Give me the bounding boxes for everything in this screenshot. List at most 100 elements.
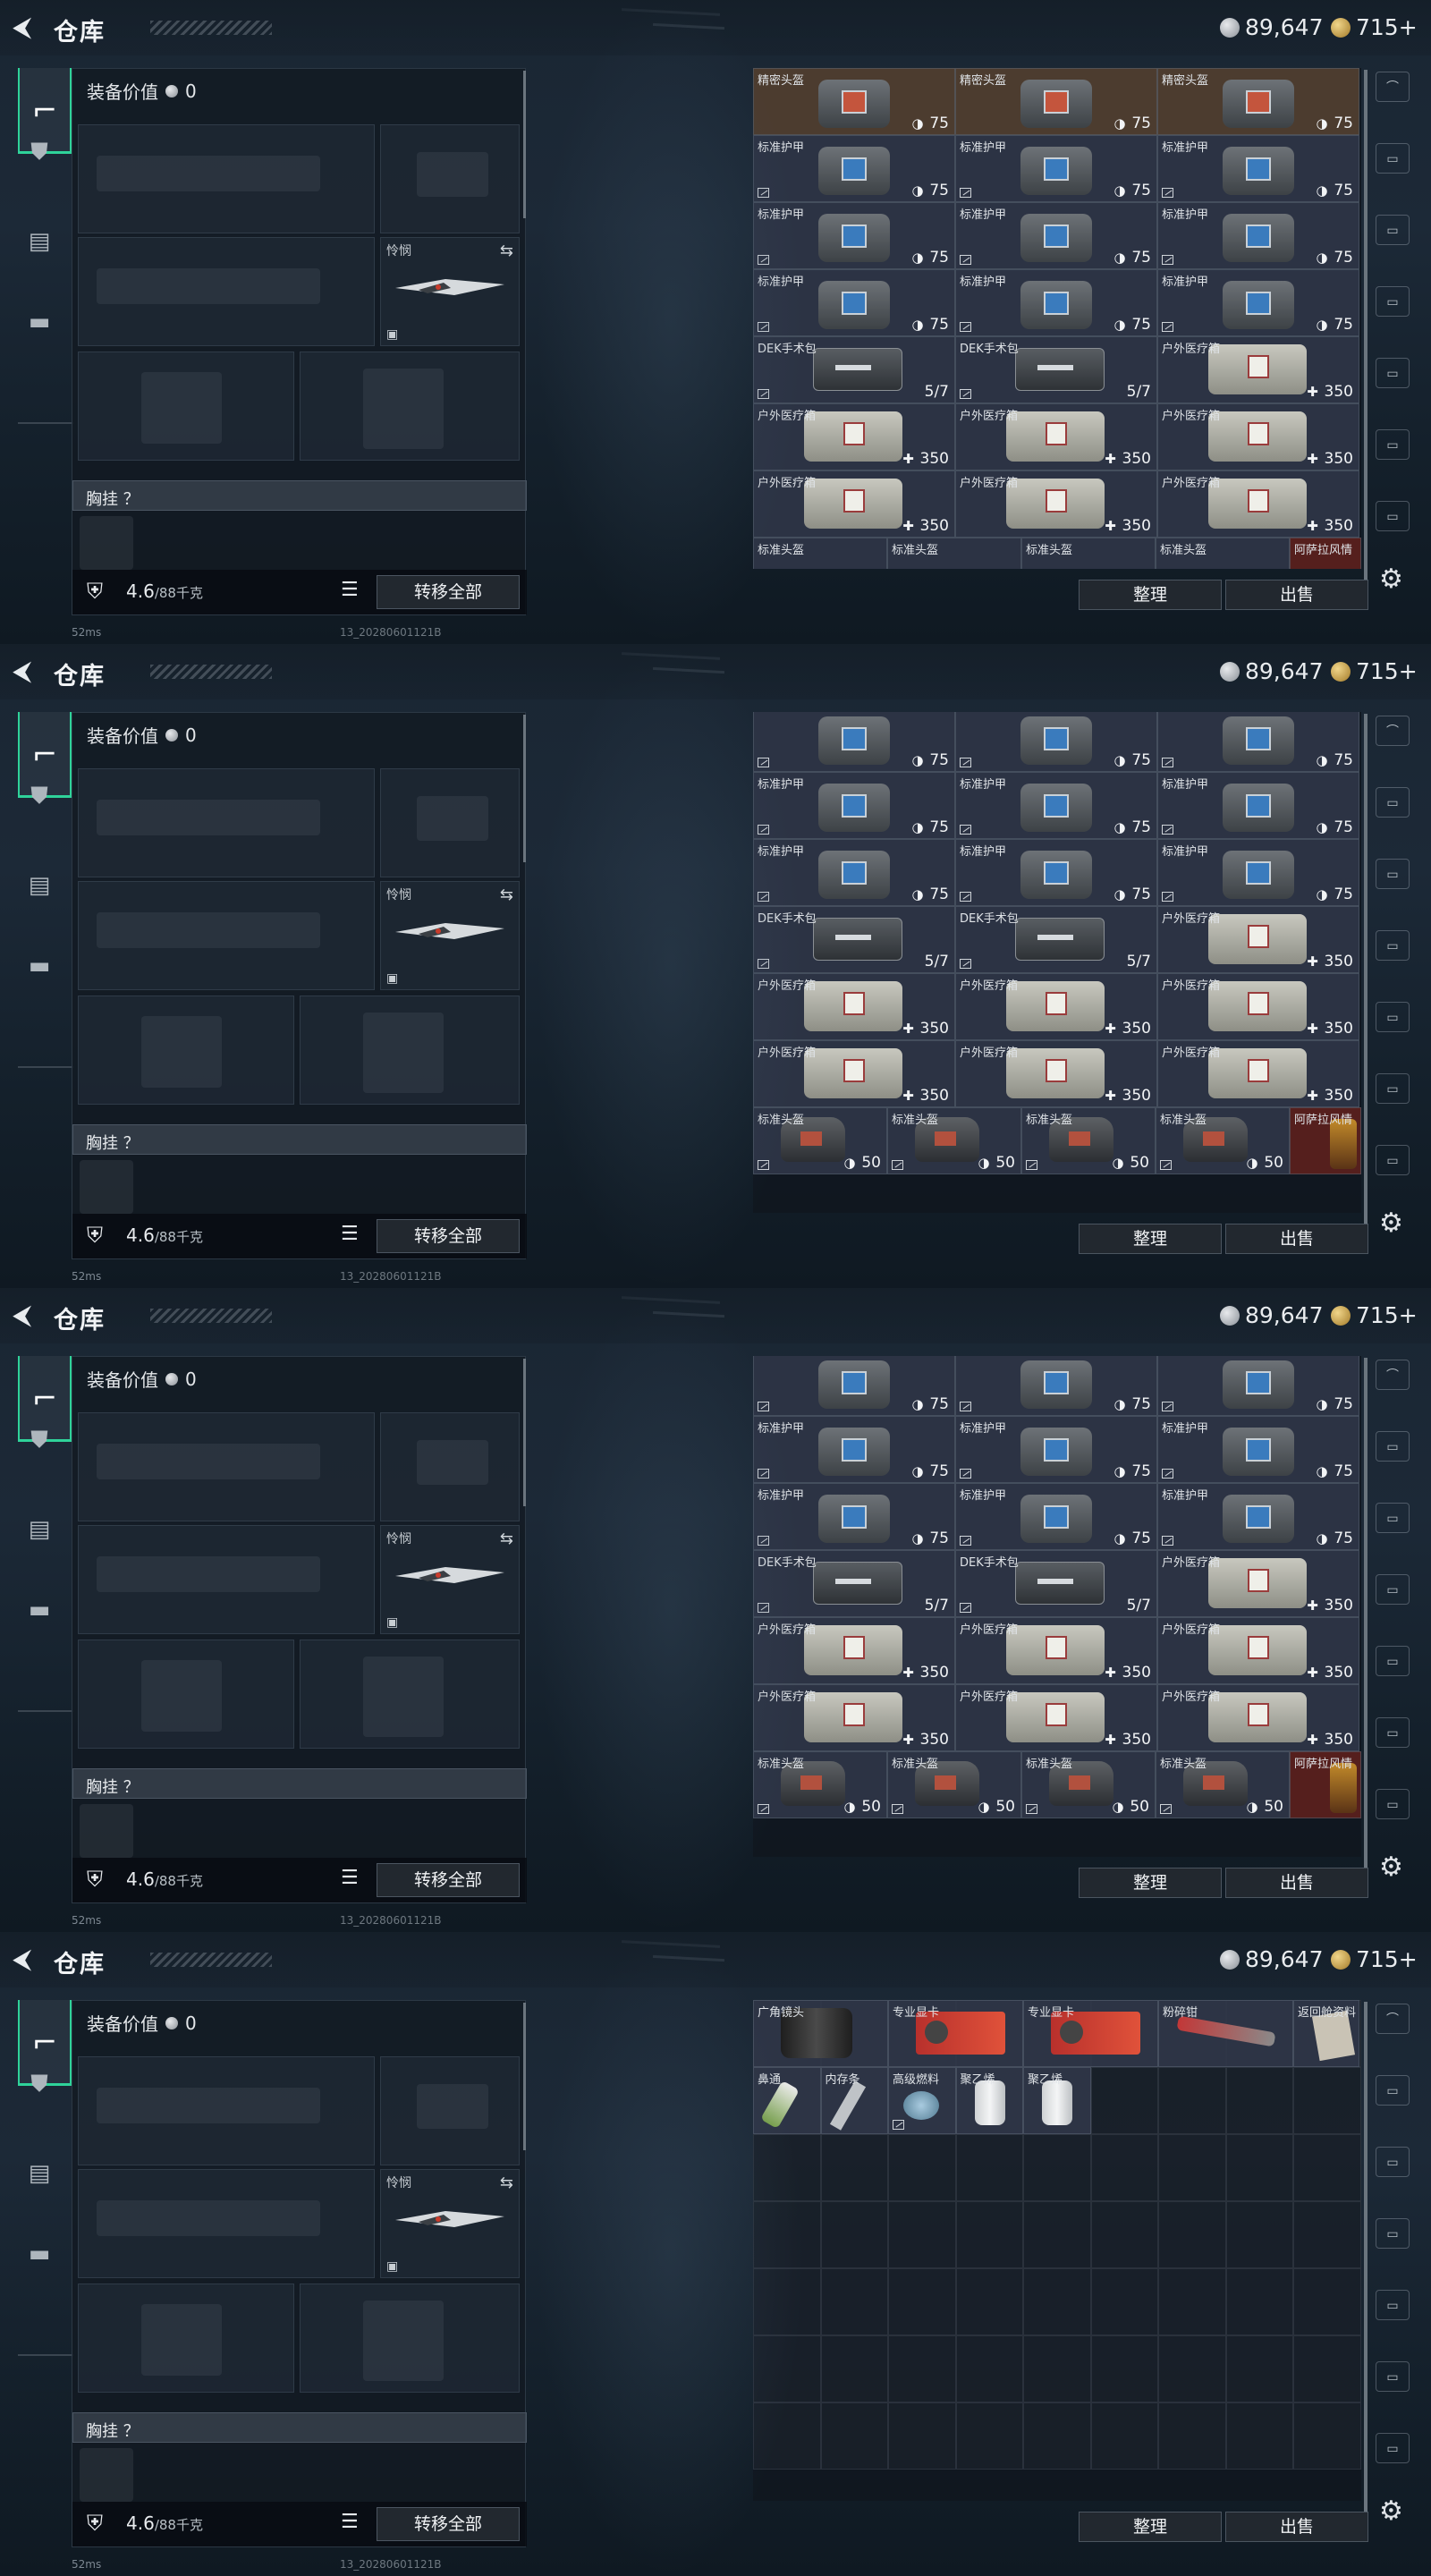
side-rail-1-icon[interactable]: ⌒ bbox=[1376, 72, 1410, 102]
empty-stash-cell[interactable] bbox=[1225, 2134, 1293, 2201]
empty-stash-cell[interactable] bbox=[753, 2402, 821, 2470]
gear-icon[interactable]: ⚙ bbox=[1379, 1208, 1403, 1239]
back-arrow-icon[interactable]: ⮜ bbox=[13, 1945, 43, 1975]
stash-item[interactable]: 户外医疗箱 ✚ 350 bbox=[753, 1617, 955, 1684]
side-rail-2-icon[interactable]: ▭ bbox=[1376, 2075, 1410, 2106]
stash-item[interactable]: 聚乙烯 bbox=[1023, 2067, 1091, 2134]
stash-item[interactable]: DEK手术包 5/7 bbox=[753, 1550, 955, 1617]
stash-item[interactable]: 广角镜头 bbox=[753, 2000, 888, 2067]
padlock-icon[interactable]: ⛨ bbox=[87, 579, 103, 604]
stash-item[interactable]: 标准头盔 ◑ 50 bbox=[1156, 1107, 1290, 1174]
empty-stash-cell[interactable] bbox=[820, 2402, 888, 2470]
stash-item[interactable]: 精密头盔 ◑ 75 bbox=[955, 68, 1157, 135]
stash-item[interactable]: 户外医疗箱 ✚ 350 bbox=[1157, 973, 1359, 1040]
tab-badge[interactable]: ⛊ bbox=[20, 776, 59, 816]
side-rail-6-icon[interactable]: ▭ bbox=[1376, 1073, 1410, 1104]
primary-weapon-slot[interactable] bbox=[78, 124, 375, 233]
list-icon[interactable]: ☰ bbox=[341, 1867, 359, 1889]
primary-weapon-slot[interactable] bbox=[78, 1412, 375, 1521]
stash-item[interactable]: 内存条 bbox=[820, 2067, 888, 2134]
stash-item[interactable]: 户外医疗箱 ✚ 350 bbox=[753, 403, 955, 470]
stash-item[interactable]: 标准护甲 ◑ 75 bbox=[1157, 202, 1359, 269]
sort-button[interactable]: 整理 bbox=[1079, 2512, 1222, 2542]
stash-item[interactable]: DEK手术包 5/7 bbox=[753, 336, 955, 403]
stash-item[interactable]: 户外医疗箱 ✚ 350 bbox=[1157, 470, 1359, 538]
stash-item[interactable]: 标准头盔 bbox=[887, 538, 1021, 569]
transfer-all-button[interactable]: 转移全部 bbox=[377, 2507, 520, 2541]
side-rail-6-icon[interactable]: ▭ bbox=[1376, 2361, 1410, 2392]
stash-item[interactable]: 户外医疗箱 ✚ 350 bbox=[1157, 906, 1359, 973]
empty-stash-cell[interactable] bbox=[1090, 2067, 1158, 2134]
empty-stash-cell[interactable] bbox=[1023, 2402, 1091, 2470]
stash-item[interactable]: 户外医疗箱 ✚ 350 bbox=[753, 973, 955, 1040]
loadout-scrollbar[interactable] bbox=[523, 2003, 526, 2150]
stash-item[interactable]: 户外医疗箱 ✚ 350 bbox=[1157, 403, 1359, 470]
tab-badge[interactable]: ⛊ bbox=[20, 1420, 59, 1460]
list-icon[interactable]: ☰ bbox=[341, 2511, 359, 2533]
stash-item[interactable]: ◑ 75 bbox=[1157, 1356, 1359, 1416]
stash-item[interactable]: 户外医疗箱 ✚ 350 bbox=[1157, 336, 1359, 403]
empty-stash-cell[interactable] bbox=[888, 2268, 956, 2335]
tab-clipboard[interactable]: ▤ bbox=[20, 866, 59, 905]
stash-item[interactable]: 户外医疗箱 ✚ 350 bbox=[1157, 1550, 1359, 1617]
transfer-all-button[interactable]: 转移全部 bbox=[377, 1863, 520, 1897]
empty-stash-cell[interactable] bbox=[1158, 2268, 1226, 2335]
pistol-slot[interactable] bbox=[380, 2056, 520, 2165]
stash-item[interactable]: 标准护甲 ◑ 75 bbox=[753, 839, 955, 906]
body-armor-slot[interactable] bbox=[300, 996, 520, 1105]
gold-currency[interactable]: 715+ bbox=[1331, 1302, 1418, 1328]
tab-briefcase[interactable]: ▬ bbox=[20, 2234, 59, 2274]
stash-item[interactable]: 专业显卡 bbox=[888, 2000, 1023, 2067]
stash-item[interactable]: 标准护甲 ◑ 75 bbox=[1157, 269, 1359, 336]
side-rail-2-icon[interactable]: ▭ bbox=[1376, 1431, 1410, 1462]
stash-item[interactable]: 精密头盔 ◑ 75 bbox=[753, 68, 955, 135]
loadout-scrollbar[interactable] bbox=[523, 71, 526, 218]
primary-weapon-slot[interactable] bbox=[78, 768, 375, 877]
empty-stash-cell[interactable] bbox=[820, 2335, 888, 2402]
side-rail-3-icon[interactable]: ▭ bbox=[1376, 215, 1410, 245]
sort-button[interactable]: 整理 bbox=[1079, 580, 1222, 610]
stash-item[interactable]: 户外医疗箱 ✚ 350 bbox=[753, 470, 955, 538]
empty-stash-cell[interactable] bbox=[753, 2201, 821, 2268]
side-rail-1-icon[interactable]: ⌒ bbox=[1376, 1360, 1410, 1390]
loadout-scrollbar[interactable] bbox=[523, 1359, 526, 1506]
empty-stash-cell[interactable] bbox=[1158, 2201, 1226, 2268]
empty-stash-cell[interactable] bbox=[820, 2134, 888, 2201]
empty-stash-cell[interactable] bbox=[955, 2335, 1023, 2402]
empty-stash-cell[interactable] bbox=[1023, 2134, 1091, 2201]
stash-item[interactable]: 标准护甲 ◑ 75 bbox=[753, 135, 955, 202]
empty-stash-cell[interactable] bbox=[1158, 2335, 1226, 2402]
empty-stash-cell[interactable] bbox=[1225, 2402, 1293, 2470]
sort-button[interactable]: 整理 bbox=[1079, 1224, 1222, 1254]
stash-item[interactable]: 标准头盔 ◑ 50 bbox=[887, 1107, 1021, 1174]
stash-item[interactable]: ◑ 75 bbox=[753, 712, 955, 772]
stash-item[interactable]: 标准头盔 ◑ 50 bbox=[753, 1107, 887, 1174]
secondary-weapon-slot[interactable] bbox=[78, 2169, 375, 2278]
helmet-slot[interactable] bbox=[78, 2284, 294, 2393]
stash-item[interactable]: ◑ 75 bbox=[753, 1356, 955, 1416]
stash-item[interactable]: 标准护甲 ◑ 75 bbox=[753, 1416, 955, 1483]
side-rail-5-icon[interactable]: ▭ bbox=[1376, 2290, 1410, 2320]
transfer-all-button[interactable]: 转移全部 bbox=[377, 575, 520, 609]
sell-button[interactable]: 出售 bbox=[1225, 580, 1368, 610]
empty-stash-cell[interactable] bbox=[1225, 2335, 1293, 2402]
stash-item[interactable]: 标准头盔 ◑ 50 bbox=[887, 1751, 1021, 1818]
stash-item[interactable]: 户外医疗箱 ✚ 350 bbox=[1157, 1684, 1359, 1751]
melee-slot[interactable]: 怜悯 ⇆ ▣ bbox=[380, 237, 520, 346]
side-rail-3-icon[interactable]: ▭ bbox=[1376, 2147, 1410, 2177]
pistol-slot[interactable] bbox=[380, 768, 520, 877]
swap-icon[interactable]: ⇆ bbox=[500, 242, 513, 260]
stash-item[interactable]: 标准头盔 bbox=[1156, 538, 1290, 569]
empty-stash-cell[interactable] bbox=[1293, 2268, 1361, 2335]
stash-item[interactable]: 聚乙烯 bbox=[955, 2067, 1023, 2134]
melee-slot[interactable]: 怜悯 ⇆ ▣ bbox=[380, 2169, 520, 2278]
back-arrow-icon[interactable]: ⮜ bbox=[13, 657, 43, 687]
side-rail-4-icon[interactable]: ▭ bbox=[1376, 1574, 1410, 1605]
sort-button[interactable]: 整理 bbox=[1079, 1868, 1222, 1898]
stash-item-special[interactable]: 阿萨拉风情 bbox=[1290, 1751, 1361, 1818]
gear-icon[interactable]: ⚙ bbox=[1379, 2496, 1403, 2527]
stash-item[interactable]: 精密头盔 ◑ 75 bbox=[1157, 68, 1359, 135]
melee-slot[interactable]: 怜悯 ⇆ ▣ bbox=[380, 881, 520, 990]
helmet-slot[interactable] bbox=[78, 1640, 294, 1749]
empty-stash-cell[interactable] bbox=[955, 2134, 1023, 2201]
